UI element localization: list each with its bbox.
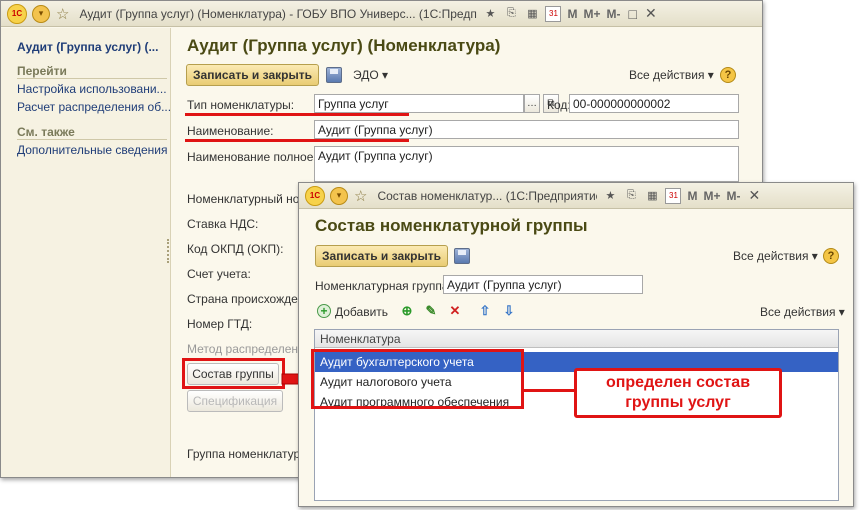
- name-label: Наименование:: [187, 124, 274, 138]
- memory-mplus-button[interactable]: M+: [703, 189, 720, 203]
- specification-button[interactable]: Спецификация: [187, 390, 283, 412]
- delete-icon[interactable]: ✕: [447, 303, 463, 319]
- column-header-nomenclature[interactable]: Номенклатура: [315, 330, 838, 348]
- 1c-logo-icon[interactable]: 1C: [7, 3, 27, 24]
- callout-line-2: группы услуг: [625, 394, 731, 411]
- back-form-title: Аудит (Группа услуг) (Номенклатура): [187, 36, 501, 55]
- save-close-button[interactable]: Записать и закрыть: [315, 245, 448, 267]
- add-icon[interactable]: +: [317, 304, 331, 318]
- back-titlebar: 1C ▾ ☆ Аудит (Группа услуг) (Номенклатур…: [1, 1, 762, 27]
- restore-icon[interactable]: □: [628, 6, 636, 22]
- callout-line-1: определен состав: [605, 374, 751, 391]
- highlight-underline: [185, 139, 409, 142]
- okpd-label: Код ОКПД (ОКП):: [187, 242, 284, 256]
- help-icon[interactable]: ?: [720, 67, 736, 83]
- copy-icon[interactable]: ⊕: [399, 303, 415, 319]
- fullname-label: Наименование полное:: [187, 150, 317, 164]
- back-window-title: Аудит (Группа услуг) (Номенклатура) - ГО…: [79, 6, 478, 21]
- type-select-button[interactable]: …: [524, 94, 540, 113]
- sidebar-divider: [17, 139, 167, 140]
- vat-label: Ставка НДС:: [187, 217, 259, 231]
- splitter-handle-icon[interactable]: [167, 239, 170, 263]
- name-field[interactable]: Аудит (Группа услуг): [314, 120, 739, 139]
- link-icon[interactable]: ⎘: [623, 188, 639, 204]
- add-favorite-icon[interactable]: ★: [602, 188, 618, 204]
- all-actions-menu[interactable]: Все действия ▾: [733, 249, 818, 263]
- close-icon[interactable]: ✕: [748, 187, 760, 204]
- memory-m-button[interactable]: M: [687, 189, 697, 203]
- code-field[interactable]: 00-000000000002: [569, 94, 739, 113]
- memory-mplus-button[interactable]: M+: [583, 7, 600, 21]
- edit-icon[interactable]: ✎: [423, 303, 439, 319]
- fullname-field[interactable]: Аудит (Группа услуг): [314, 146, 739, 182]
- menu-icon[interactable]: ▾: [32, 4, 50, 23]
- sidebar-section-goto: Перейти: [17, 64, 67, 78]
- favorite-star-icon[interactable]: ☆: [354, 187, 367, 205]
- group-label: Номенклатурная группа:: [315, 279, 452, 293]
- calendar-icon[interactable]: 31: [665, 187, 682, 204]
- memory-m-button[interactable]: M: [567, 7, 577, 21]
- group-field[interactable]: Аудит (Группа услуг): [443, 275, 643, 294]
- calendar-icon[interactable]: 31: [545, 5, 562, 22]
- menu-icon[interactable]: ▾: [330, 186, 348, 205]
- table-all-actions-menu[interactable]: Все действия ▾: [760, 305, 845, 319]
- sidebar-item-extra-info[interactable]: Дополнительные сведения: [17, 143, 167, 157]
- front-form-title: Состав номенклатурной группы: [315, 216, 588, 235]
- callout-box: определен состав группы услуг: [574, 368, 782, 418]
- highlight-underline: [185, 113, 409, 116]
- sidebar-item-settings[interactable]: Настройка использовани...: [17, 82, 167, 96]
- callout-connector: [524, 389, 576, 392]
- type-label: Тип номенклатуры:: [187, 98, 295, 112]
- help-icon[interactable]: ?: [823, 248, 839, 264]
- save-disk-icon[interactable]: [454, 248, 470, 264]
- rows-highlight: [311, 349, 524, 409]
- front-titlebar: 1C ▾ ☆ Состав номенклатур... (1С:Предпри…: [299, 183, 853, 209]
- calculator-icon[interactable]: ▦: [644, 188, 660, 204]
- sidebar-title[interactable]: Аудит (Группа услуг) (...: [17, 40, 158, 54]
- sidebar: Аудит (Группа услуг) (... Перейти Настро…: [1, 28, 171, 477]
- calculator-icon[interactable]: ▦: [524, 6, 540, 22]
- edo-menu[interactable]: ЭДО ▾: [353, 68, 388, 82]
- sidebar-section-see-also: См. также: [17, 125, 75, 139]
- favorite-star-icon[interactable]: ☆: [56, 5, 69, 23]
- move-up-icon[interactable]: ⇧: [477, 303, 493, 319]
- composition-highlight: [182, 358, 285, 389]
- add-button[interactable]: Добавить: [335, 305, 388, 319]
- close-icon[interactable]: ✕: [645, 5, 657, 22]
- link-icon[interactable]: ⎘: [503, 6, 519, 22]
- 1c-logo-icon[interactable]: 1C: [305, 185, 325, 206]
- sidebar-divider: [17, 78, 167, 79]
- sidebar-item-distribution[interactable]: Расчет распределения об...: [17, 100, 171, 114]
- gtd-label: Номер ГТД:: [187, 317, 253, 331]
- memory-mminus-button[interactable]: M-: [606, 7, 620, 21]
- group-label: Группа номенклатуры: [187, 447, 309, 461]
- account-label: Счет учета:: [187, 267, 251, 281]
- front-window-title: Состав номенклатур... (1С:Предприятие): [377, 188, 598, 203]
- move-down-icon[interactable]: ⇩: [501, 303, 517, 319]
- add-favorite-icon[interactable]: ★: [482, 6, 498, 22]
- distribution-label: Метод распределения: [187, 342, 312, 356]
- code-label: Код:: [547, 98, 571, 112]
- memory-mminus-button[interactable]: M-: [726, 189, 740, 203]
- all-actions-menu[interactable]: Все действия ▾: [629, 68, 714, 82]
- front-window: 1C ▾ ☆ Состав номенклатур... (1С:Предпри…: [298, 182, 854, 507]
- save-close-button[interactable]: Записать и закрыть: [186, 64, 319, 86]
- type-field[interactable]: Группа услуг: [314, 94, 524, 113]
- nomenclature-label: Номенклатурный ном: [187, 192, 308, 206]
- save-disk-icon[interactable]: [326, 67, 342, 83]
- country-label: Страна происхождени: [187, 292, 312, 306]
